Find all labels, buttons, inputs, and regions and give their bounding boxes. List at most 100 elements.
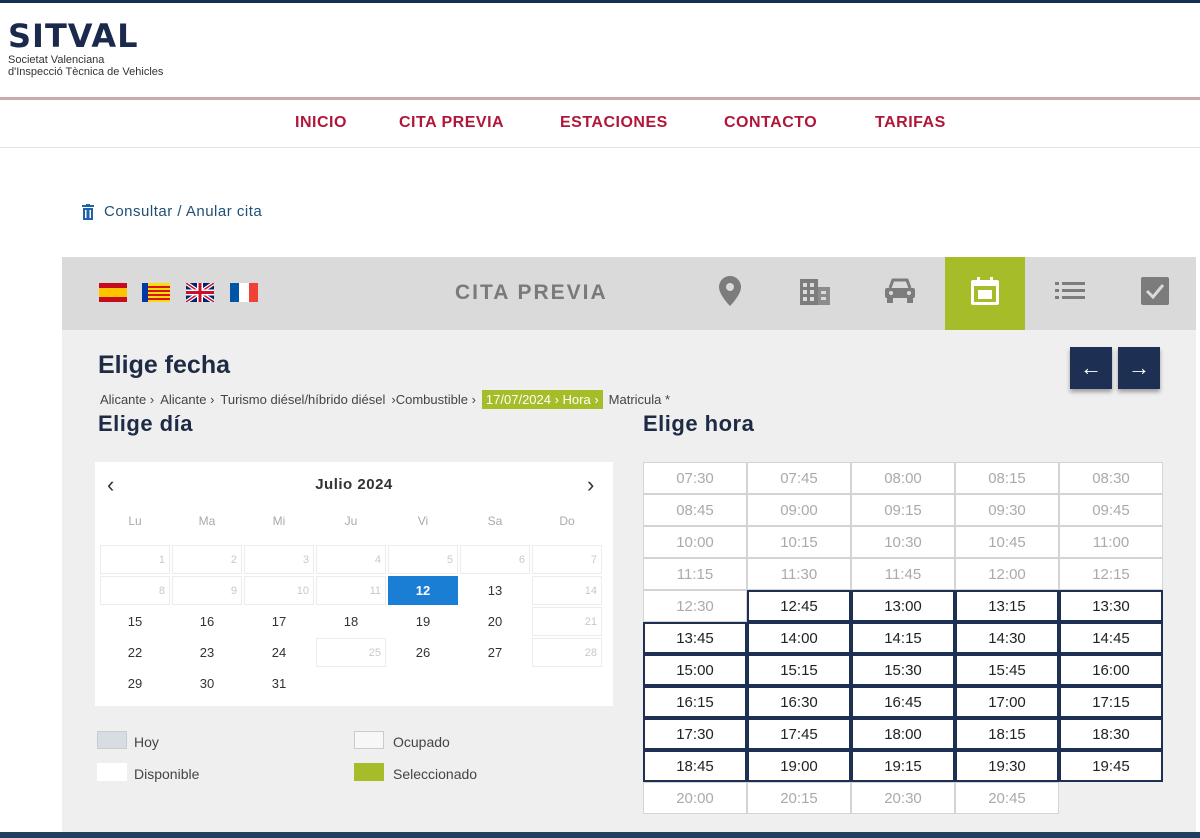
- time-slot-unavailable: 09:15: [851, 494, 955, 526]
- nav-inicio[interactable]: INICIO: [295, 114, 347, 132]
- sitval-logo[interactable]: SITVAL Societat Valenciana d'Inspecció T…: [8, 18, 163, 78]
- time-slot-available[interactable]: 19:30: [955, 750, 1059, 782]
- valencia-flag-icon[interactable]: [142, 283, 170, 302]
- time-slot-available[interactable]: 17:30: [643, 718, 747, 750]
- calendar-day[interactable]: 29: [100, 669, 170, 698]
- time-slot-unavailable: 12:30: [643, 590, 747, 622]
- step-vehicle[interactable]: [860, 257, 940, 330]
- time-slot-available[interactable]: 14:30: [955, 622, 1059, 654]
- step-location[interactable]: [690, 257, 770, 330]
- time-slot-available[interactable]: 18:00: [851, 718, 955, 750]
- breadcrumb-plate: Matricula *: [608, 392, 671, 407]
- time-slot-unavailable: 20:30: [851, 782, 955, 814]
- calendar-day[interactable]: 31: [244, 669, 314, 698]
- previous-step-button[interactable]: ←: [1070, 347, 1112, 389]
- calendar-day[interactable]: 27: [460, 638, 530, 667]
- time-slot-unavailable: 08:15: [955, 462, 1059, 494]
- time-slot-available[interactable]: 13:45: [643, 622, 747, 654]
- step-summary[interactable]: [1030, 257, 1110, 330]
- time-slot-unavailable: 12:15: [1059, 558, 1163, 590]
- calendar-day: 7: [532, 545, 602, 574]
- breadcrumb-vehicle: Turismo diésel/híbrido diésel: [220, 392, 386, 407]
- consult-cancel-link[interactable]: Consultar / Anular cita: [82, 203, 262, 220]
- legend-selected-swatch: [354, 763, 384, 781]
- time-slot-available[interactable]: 18:45: [643, 750, 747, 782]
- time-slot-available[interactable]: 19:15: [851, 750, 955, 782]
- next-month-button[interactable]: ›: [587, 472, 594, 498]
- calendar-day[interactable]: 24: [244, 638, 314, 667]
- calendar-day[interactable]: 16: [172, 607, 242, 636]
- time-slot-unavailable: 09:30: [955, 494, 1059, 526]
- time-slot-available[interactable]: 14:00: [747, 622, 851, 654]
- time-slot-available[interactable]: 19:45: [1059, 750, 1163, 782]
- time-slot-available[interactable]: 18:30: [1059, 718, 1163, 750]
- nav-cita-previa[interactable]: CITA PREVIA: [399, 114, 504, 132]
- time-slot-available[interactable]: 13:00: [851, 590, 955, 622]
- calendar-day[interactable]: 26: [388, 638, 458, 667]
- booking-steps-bar: CITA PREVIA: [62, 257, 1196, 330]
- breadcrumb: Alicante › Alicante › Turismo diésel/híb…: [100, 390, 676, 409]
- uk-flag-icon[interactable]: [184, 281, 216, 304]
- time-slot-available[interactable]: 19:00: [747, 750, 851, 782]
- calendar-day: 28: [532, 638, 602, 667]
- es-flag-icon[interactable]: [99, 283, 127, 302]
- time-slot-available[interactable]: 16:00: [1059, 654, 1163, 686]
- time-slot-available[interactable]: 16:45: [851, 686, 955, 718]
- calendar-icon: [971, 277, 999, 310]
- time-slot-unavailable: 10:30: [851, 526, 955, 558]
- calendar-day[interactable]: 18: [316, 607, 386, 636]
- time-slot-available[interactable]: 14:45: [1059, 622, 1163, 654]
- time-slot-available[interactable]: 13:30: [1059, 590, 1163, 622]
- building-icon: [800, 277, 830, 310]
- time-slot-available[interactable]: 15:45: [955, 654, 1059, 686]
- time-slot-available[interactable]: 16:15: [643, 686, 747, 718]
- time-slot-unavailable: 11:15: [643, 558, 747, 590]
- breadcrumb-current: 17/07/2024 › Hora ›: [481, 390, 603, 409]
- legend-busy-label: Ocupado: [393, 734, 450, 750]
- time-slot-unavailable: 08:45: [643, 494, 747, 526]
- calendar-day: 3: [244, 545, 314, 574]
- logo-subtitle-1: Societat Valenciana: [8, 54, 105, 66]
- time-slot-unavailable: 07:30: [643, 462, 747, 494]
- time-slot-available[interactable]: 17:45: [747, 718, 851, 750]
- weekday-header: Lu: [128, 514, 142, 528]
- calendar-day[interactable]: 17: [244, 607, 314, 636]
- calendar-day: 8: [100, 576, 170, 605]
- consult-cancel-label: Consultar / Anular cita: [104, 203, 263, 220]
- logo-subtitle-2: d'Inspecció Tècnica de Vehicles: [8, 66, 164, 78]
- calendar-day: 1: [100, 545, 170, 574]
- time-slot-available[interactable]: 14:15: [851, 622, 955, 654]
- time-slot-available[interactable]: 18:15: [955, 718, 1059, 750]
- fr-flag-icon[interactable]: [230, 283, 258, 302]
- time-slot-available[interactable]: 12:45: [747, 590, 851, 622]
- calendar-day[interactable]: 15: [100, 607, 170, 636]
- step-station[interactable]: [775, 257, 855, 330]
- step-date[interactable]: [945, 257, 1025, 330]
- time-slot-available[interactable]: 16:30: [747, 686, 851, 718]
- calendar-day[interactable]: 23: [172, 638, 242, 667]
- calendar-day: 21: [532, 607, 602, 636]
- time-slot-available[interactable]: 17:00: [955, 686, 1059, 718]
- time-slot-available[interactable]: 17:15: [1059, 686, 1163, 718]
- calendar-day[interactable]: 13: [460, 576, 530, 605]
- time-slot-unavailable: 20:00: [643, 782, 747, 814]
- step-confirm[interactable]: [1115, 257, 1195, 330]
- booking-panel: CITA PREVIA Elige fecha ← → Alicante › A…: [62, 257, 1196, 832]
- time-slot-unavailable: 09:00: [747, 494, 851, 526]
- time-slot-available[interactable]: 15:30: [851, 654, 955, 686]
- legend-available-label: Disponible: [134, 766, 200, 782]
- time-slot-available[interactable]: 15:15: [747, 654, 851, 686]
- next-step-button[interactable]: →: [1118, 347, 1160, 389]
- nav-estaciones[interactable]: ESTACIONES: [560, 114, 668, 132]
- calendar-day[interactable]: 19: [388, 607, 458, 636]
- nav-tarifas[interactable]: TARIFAS: [875, 114, 946, 132]
- calendar-day[interactable]: 20: [460, 607, 530, 636]
- calendar-day[interactable]: 30: [172, 669, 242, 698]
- time-slot-available[interactable]: 13:15: [955, 590, 1059, 622]
- legend-busy-swatch: [354, 731, 384, 749]
- calendar-day[interactable]: 22: [100, 638, 170, 667]
- time-slot-available[interactable]: 15:00: [643, 654, 747, 686]
- nav-contacto[interactable]: CONTACTO: [724, 114, 817, 132]
- calendar-day-selected[interactable]: 12: [388, 576, 458, 605]
- main-nav: INICIO CITA PREVIA ESTACIONES CONTACTO T…: [0, 100, 1200, 148]
